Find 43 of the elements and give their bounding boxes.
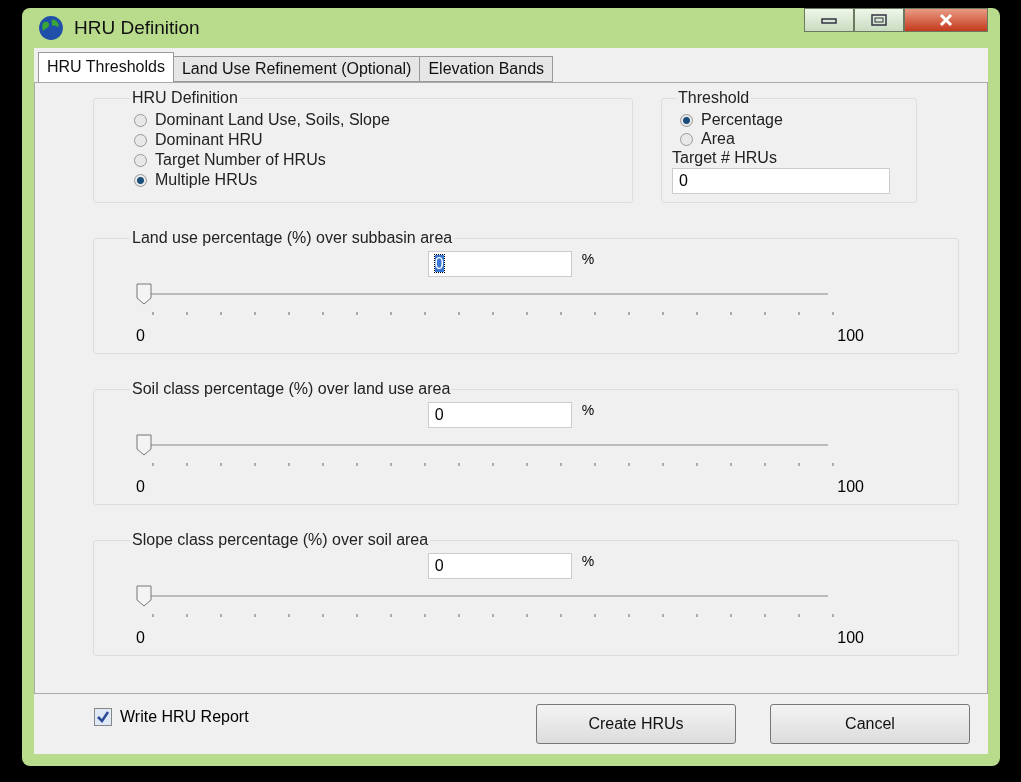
minimize-icon <box>820 15 838 25</box>
maximize-button[interactable] <box>854 8 904 32</box>
group-title: Soil class percentage (%) over land use area <box>131 380 452 398</box>
close-icon <box>937 13 955 27</box>
tab[interactable]: Land Use Refinement (Optional) <box>172 56 421 82</box>
radio-option[interactable]: Multiple HRUs <box>134 171 620 189</box>
group-title: Threshold <box>677 89 751 107</box>
field-label: Target # HRUs <box>672 149 778 167</box>
check-icon <box>96 710 110 724</box>
globe-icon <box>38 15 64 41</box>
scale-label: 0 <box>136 327 145 345</box>
group-title: HRU Definition <box>131 89 239 107</box>
group-title: Slope class percentage (%) over soil area <box>131 531 430 549</box>
close-button[interactable] <box>904 8 988 32</box>
radio-option[interactable]: Area <box>680 130 908 148</box>
slider-thumb[interactable] <box>136 434 152 456</box>
unit-label: % <box>581 553 595 569</box>
minimize-button[interactable] <box>804 8 854 32</box>
input-field[interactable]: 0 <box>427 402 572 428</box>
group-title: Land use percentage (%) over subbasin area <box>131 229 454 247</box>
scale-label: 100 <box>837 629 864 647</box>
tab[interactable]: HRU Thresholds <box>38 52 174 82</box>
input-field[interactable]: 0 <box>672 168 890 194</box>
input-field[interactable]: 0 <box>427 251 572 277</box>
dialog-button[interactable]: Create HRUs <box>536 704 736 744</box>
scale-label: 100 <box>837 478 864 496</box>
maximize-icon <box>870 13 888 27</box>
unit-label: % <box>581 251 595 267</box>
tab[interactable]: Elevation Bands <box>419 56 554 82</box>
radio-option[interactable]: Dominant HRU <box>134 131 620 149</box>
radio-option[interactable]: Target Number of HRUs <box>134 151 620 169</box>
slider-thumb[interactable] <box>136 283 152 305</box>
input-field[interactable]: 0 <box>427 553 572 579</box>
dialog-button[interactable]: Cancel <box>770 704 970 744</box>
slider-thumb[interactable] <box>136 585 152 607</box>
scale-label: 0 <box>136 478 145 496</box>
scale-label: 0 <box>136 629 145 647</box>
window-title: HRU Definition <box>74 17 201 39</box>
radio-option[interactable]: Percentage <box>680 111 908 129</box>
scale-label: 100 <box>837 327 864 345</box>
checkbox-option[interactable]: Write HRU Report <box>94 708 249 726</box>
radio-option[interactable]: Dominant Land Use, Soils, Slope <box>134 111 620 129</box>
unit-label: % <box>581 402 595 418</box>
